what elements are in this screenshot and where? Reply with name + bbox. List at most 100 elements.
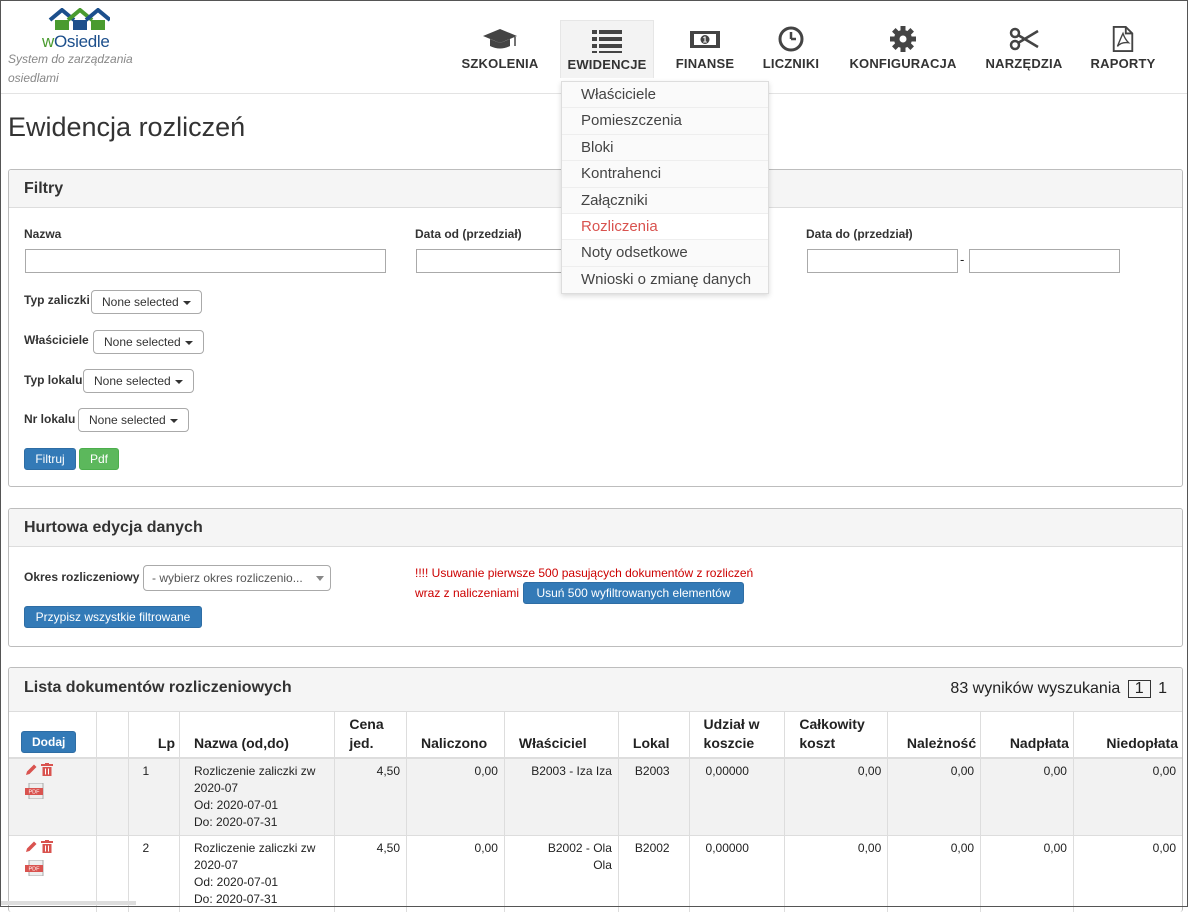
nr-lokalu-select[interactable]: None selected xyxy=(78,408,189,432)
logo-text: wOsiedle xyxy=(42,32,110,52)
menu-item-kontrahenci[interactable]: Kontrahenci xyxy=(562,161,768,187)
svg-text:PDF: PDF xyxy=(29,790,41,796)
wlasciciele-select[interactable]: None selected xyxy=(93,330,204,354)
assign-all-filtered-button[interactable]: Przypisz wszystkie filtrowane xyxy=(24,606,202,628)
empty-column-header xyxy=(97,712,128,758)
typ-zaliczki-select[interactable]: None selected xyxy=(91,290,202,314)
nav-liczniki[interactable]: LICZNIKI xyxy=(758,20,824,78)
nr-lokalu-label: Nr lokalu xyxy=(24,412,75,426)
select-value: None selected xyxy=(89,413,166,427)
caret-down-icon xyxy=(183,301,191,305)
row-niedoplata: 0,00 xyxy=(1073,758,1182,836)
trash-icon[interactable] xyxy=(41,763,53,776)
row-udzial: 0,00000 xyxy=(689,758,785,836)
clock-icon xyxy=(777,26,805,52)
row-niedoplata: 0,00 xyxy=(1073,836,1182,912)
table-row: PDF 1 Rozliczenie zaliczki zw 2020-07 Od… xyxy=(9,758,1183,836)
row-udzial: 0,00000 xyxy=(689,836,785,912)
pdf-icon[interactable]: PDF xyxy=(25,860,47,876)
row-cena: 4,50 xyxy=(335,758,407,836)
row-name-title: Rozliczenie zaliczki zw 2020-07 xyxy=(194,840,328,874)
nav-raporty[interactable]: RAPORTY xyxy=(1086,20,1160,78)
delete-warning-line1: !!!! Usuwanie pierwsze 500 pasujących do… xyxy=(415,563,753,583)
row-naleznosc: 0,00 xyxy=(888,836,981,912)
svg-text:PDF: PDF xyxy=(29,867,41,873)
menu-item-wnioski[interactable]: Wnioski o zmianę danych xyxy=(562,267,768,293)
col-cena[interactable]: Cena jed. xyxy=(335,712,407,758)
col-wlasciciel[interactable]: Właściciel xyxy=(504,712,618,758)
horizontal-scrollbar[interactable] xyxy=(0,901,136,905)
typ-lokalu-label: Typ lokalu xyxy=(24,373,82,387)
documents-table: Dodaj Lp Nazwa (od,do) Cena jed. Naliczo… xyxy=(9,712,1183,912)
caret-down-icon xyxy=(185,341,193,345)
col-udzial[interactable]: Udział w koszcie xyxy=(689,712,785,758)
name-label: Nazwa xyxy=(24,227,61,241)
row-date-from: Od: 2020-07-01 xyxy=(194,797,328,814)
row-empty-cell xyxy=(97,758,128,836)
chevron-down-icon xyxy=(316,576,324,581)
col-lp[interactable]: Lp xyxy=(128,712,179,758)
menu-item-zalaczniki[interactable]: Załączniki xyxy=(562,188,768,214)
row-lp: 1 xyxy=(128,758,179,836)
date-to-start-input[interactable] xyxy=(807,249,958,273)
app-tagline: System do zarządzania osiedlami xyxy=(8,50,168,88)
nav-label: SZKOLENIA xyxy=(458,56,542,71)
edit-pencil-icon[interactable] xyxy=(25,840,38,853)
menu-item-noty-odsetkowe[interactable]: Noty odsetkowe xyxy=(562,240,768,266)
typ-zaliczki-label: Typ zaliczki xyxy=(24,293,90,307)
nav-narzedzia[interactable]: NARZĘDZIA xyxy=(982,20,1066,78)
typ-lokalu-select[interactable]: None selected xyxy=(83,369,194,393)
date-from-label: Data od (przedział) xyxy=(415,227,522,241)
nav-ewidencje[interactable]: EWIDENCJE xyxy=(560,20,654,78)
col-lokal[interactable]: Lokal xyxy=(618,712,689,758)
select-value: None selected xyxy=(102,295,179,309)
results-count: 83 wyników wyszukania xyxy=(950,680,1120,697)
page-input[interactable]: 1 xyxy=(1128,680,1151,698)
pdf-file-icon xyxy=(1111,26,1135,52)
col-nadplata[interactable]: Nadpłata xyxy=(981,712,1074,758)
date-to-end-input[interactable] xyxy=(969,249,1120,273)
nav-label: RAPORTY xyxy=(1086,56,1160,71)
row-name-title: Rozliczenie zaliczki zw 2020-07 xyxy=(194,763,328,797)
row-date-to: Do: 2020-07-31 xyxy=(194,891,328,908)
ewidencje-dropdown-menu: Właściciele Pomieszczenia Bloki Kontrahe… xyxy=(561,81,769,294)
col-naleznosc[interactable]: Należność xyxy=(888,712,981,758)
period-select[interactable]: - wybierz okres rozliczenio... xyxy=(143,565,331,591)
col-naliczono[interactable]: Naliczono xyxy=(407,712,505,758)
row-calkowity: 0,00 xyxy=(785,758,888,836)
nav-label: NARZĘDZIA xyxy=(982,56,1066,71)
nav-konfiguracja[interactable]: KONFIGURACJA xyxy=(844,20,962,78)
row-naliczono: 0,00 xyxy=(407,836,505,912)
menu-item-wlasciciele[interactable]: Właściciele xyxy=(562,82,768,108)
row-nadplata: 0,00 xyxy=(981,758,1074,836)
nav-label: LICZNIKI xyxy=(758,56,824,71)
money-icon: 1 xyxy=(689,26,721,52)
nav-finanse[interactable]: 1 FINANSE xyxy=(672,20,738,78)
row-cena: 4,50 xyxy=(335,836,407,912)
col-calkowity[interactable]: Całkowity koszt xyxy=(785,712,888,758)
menu-item-rozliczenia[interactable]: Rozliczenia xyxy=(562,214,768,240)
pdf-icon[interactable]: PDF xyxy=(25,783,47,799)
delete-filtered-button[interactable]: Usuń 500 wyfiltrowanych elementów xyxy=(523,582,744,604)
results-info: 83 wyników wyszukania 1 1 xyxy=(950,680,1167,698)
col-niedoplata[interactable]: Niedopłata xyxy=(1073,712,1182,758)
date-from-input[interactable] xyxy=(416,249,566,273)
delete-warning-line2: wraz z naliczeniami xyxy=(415,583,519,603)
nav-szkolenia[interactable]: SZKOLENIA xyxy=(458,20,542,78)
menu-item-pomieszczenia[interactable]: Pomieszczenia xyxy=(562,108,768,134)
trash-icon[interactable] xyxy=(41,840,53,853)
pdf-button[interactable]: Pdf xyxy=(79,448,119,470)
nav-label: EWIDENCJE xyxy=(561,57,653,72)
filter-button[interactable]: Filtruj xyxy=(24,448,76,470)
table-header-row: Dodaj Lp Nazwa (od,do) Cena jed. Naliczo… xyxy=(9,712,1183,758)
documents-list-panel: Lista dokumentów rozliczeniowych 83 wyni… xyxy=(8,667,1183,912)
menu-item-bloki[interactable]: Bloki xyxy=(562,135,768,161)
select-value: None selected xyxy=(94,374,171,388)
svg-text:1: 1 xyxy=(703,36,708,45)
edit-pencil-icon[interactable] xyxy=(25,763,38,776)
houses-logo-icon xyxy=(48,8,110,32)
name-input[interactable] xyxy=(25,249,386,273)
col-nazwa[interactable]: Nazwa (od,do) xyxy=(180,712,335,758)
add-button[interactable]: Dodaj xyxy=(21,731,76,753)
row-date-to: Do: 2020-07-31 xyxy=(194,814,328,831)
